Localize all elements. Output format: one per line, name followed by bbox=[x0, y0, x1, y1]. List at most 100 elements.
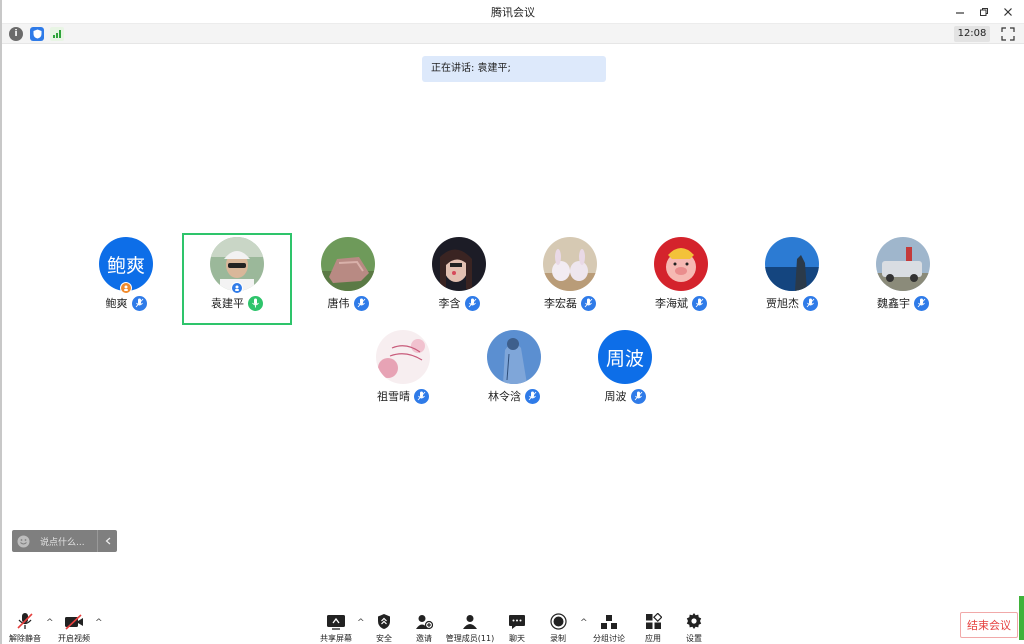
chat-input-placeholder[interactable]: 说点什么... bbox=[34, 535, 97, 548]
chat-bubble-icon bbox=[509, 615, 525, 629]
unmute-button[interactable]: 解除静音 bbox=[8, 610, 42, 644]
participant-nameline: 李宏磊 bbox=[515, 295, 625, 311]
participant-tile[interactable]: 祖雪晴 bbox=[348, 326, 458, 418]
mic-off-icon bbox=[17, 613, 33, 629]
chat-button[interactable]: 聊天 bbox=[505, 610, 529, 644]
participant-tile[interactable]: 贾旭杰 bbox=[737, 233, 847, 325]
avatar bbox=[376, 330, 430, 384]
participant-tile[interactable]: 鲍爽 鲍爽 bbox=[71, 233, 181, 325]
mic-muted-icon bbox=[414, 388, 429, 404]
unmute-label: 解除静音 bbox=[9, 634, 41, 643]
mic-muted-icon bbox=[464, 295, 480, 311]
share-screen-icon bbox=[327, 615, 345, 630]
participant-name: 唐伟 bbox=[327, 297, 350, 310]
record-button[interactable]: 录制 bbox=[546, 610, 570, 644]
close-button[interactable] bbox=[996, 0, 1020, 24]
signal-bars-glyph bbox=[53, 30, 61, 38]
participant-nameline: 唐伟 bbox=[293, 295, 403, 311]
security-button[interactable]: 安全 bbox=[372, 610, 396, 644]
mic-options-chevron-icon[interactable]: ^ bbox=[46, 618, 54, 628]
participant-name: 祖雪晴 bbox=[377, 390, 410, 403]
participant-tile[interactable]: 李含 bbox=[404, 233, 514, 325]
avatar-photo bbox=[876, 237, 930, 291]
chat-label: 聊天 bbox=[509, 634, 525, 643]
share-screen-button[interactable]: 共享屏幕 bbox=[318, 610, 354, 644]
manage-members-button[interactable]: 管理成员(11) bbox=[446, 610, 494, 644]
video-options-chevron-icon[interactable]: ^ bbox=[95, 618, 103, 628]
participant-name: 周波 bbox=[604, 390, 627, 403]
apps-button[interactable]: 应用 bbox=[641, 610, 665, 644]
edge-scrollbar[interactable] bbox=[1019, 596, 1024, 640]
mic-muted-icon bbox=[630, 388, 646, 404]
start-video-button[interactable]: 开启视频 bbox=[56, 610, 92, 644]
avatar-photo bbox=[321, 237, 375, 291]
avatar: 周波 bbox=[598, 330, 652, 384]
participant-nameline: 林令浛 bbox=[459, 388, 569, 404]
shield-icon[interactable] bbox=[30, 27, 44, 41]
window-title: 腾讯会议 bbox=[491, 6, 535, 19]
settings-button[interactable]: 设置 bbox=[682, 610, 706, 644]
meeting-window: 腾讯会议 i 12:08 正在讲话: 袁建平; 鲍爽 鲍爽 袁建平 唐伟 李含 … bbox=[0, 0, 1024, 644]
breakout-rooms-button[interactable]: 分组讨论 bbox=[591, 610, 627, 644]
participant-nameline: 周波 bbox=[570, 388, 680, 404]
mic-muted-icon bbox=[803, 295, 818, 311]
participant-nameline: 祖雪晴 bbox=[348, 388, 458, 404]
participant-tile[interactable]: 李宏磊 bbox=[515, 233, 625, 325]
start-video-label: 开启视频 bbox=[58, 634, 90, 643]
add-user-icon bbox=[416, 615, 433, 630]
participant-tile[interactable]: 李海斌 bbox=[626, 233, 736, 325]
info-icon[interactable]: i bbox=[9, 27, 23, 41]
participant-nameline: 袁建平 bbox=[182, 295, 292, 311]
record-options-chevron-icon[interactable]: ^ bbox=[580, 618, 588, 628]
mic-speaking-icon bbox=[248, 295, 263, 311]
security-shield-glyph bbox=[33, 29, 41, 39]
participant-tile[interactable]: 唐伟 bbox=[293, 233, 403, 325]
mic-muted-icon bbox=[131, 295, 147, 311]
record-label: 录制 bbox=[550, 634, 566, 643]
participant-name: 林令浛 bbox=[488, 390, 521, 403]
participant-tile[interactable]: 周波 周波 bbox=[570, 326, 680, 418]
avatar bbox=[543, 237, 597, 291]
fullscreen-button[interactable] bbox=[1000, 26, 1016, 42]
end-meeting-button[interactable]: 结束会议 bbox=[960, 612, 1018, 638]
meeting-info-bar: i 12:08 bbox=[2, 24, 1024, 44]
restore-button[interactable] bbox=[972, 0, 996, 24]
cohost-icon bbox=[231, 282, 243, 294]
avatar-photo bbox=[376, 330, 430, 384]
invite-label: 邀请 bbox=[416, 634, 432, 643]
invite-button[interactable]: 邀请 bbox=[412, 610, 436, 644]
emoji-icon[interactable] bbox=[12, 530, 34, 552]
share-screen-label: 共享屏幕 bbox=[320, 634, 352, 643]
close-icon bbox=[1004, 8, 1012, 16]
apps-label: 应用 bbox=[645, 634, 661, 643]
participant-tile-speaking[interactable]: 袁建平 bbox=[182, 233, 292, 325]
participant-tile[interactable]: 魏鑫宇 bbox=[848, 233, 958, 325]
avatar-photo bbox=[654, 237, 708, 291]
fullscreen-icon bbox=[1001, 27, 1015, 41]
window-controls bbox=[948, 0, 1020, 24]
meeting-toolbar: 解除静音 ^ 开启视频 ^ 共享屏幕 ^ 安全 邀请 管理成员(11) 聊天 录… bbox=[2, 608, 1024, 644]
participant-name: 李海斌 bbox=[655, 297, 688, 310]
meeting-clock: 12:08 bbox=[954, 26, 990, 42]
collapse-chat-button[interactable] bbox=[97, 530, 117, 552]
chat-quick-input[interactable]: 说点什么... bbox=[12, 530, 117, 552]
chevron-left-icon bbox=[105, 537, 110, 545]
minimize-icon bbox=[956, 12, 964, 14]
share-options-chevron-icon[interactable]: ^ bbox=[357, 618, 365, 628]
participant-tile[interactable]: 林令浛 bbox=[459, 326, 569, 418]
avatar bbox=[654, 237, 708, 291]
participant-name: 袁建平 bbox=[211, 297, 244, 310]
members-icon bbox=[463, 615, 477, 629]
minimize-button[interactable] bbox=[948, 0, 972, 24]
participant-nameline: 李海斌 bbox=[626, 295, 736, 311]
participant-nameline: 李含 bbox=[404, 295, 514, 311]
restore-icon bbox=[980, 8, 988, 16]
participant-nameline: 贾旭杰 bbox=[737, 295, 847, 311]
avatar-photo bbox=[487, 330, 541, 384]
signal-icon[interactable] bbox=[50, 27, 64, 41]
host-icon bbox=[120, 282, 132, 294]
record-icon bbox=[549, 613, 567, 630]
mic-muted-icon bbox=[525, 388, 540, 404]
security-label: 安全 bbox=[376, 634, 392, 643]
breakout-rooms-icon bbox=[601, 615, 617, 629]
